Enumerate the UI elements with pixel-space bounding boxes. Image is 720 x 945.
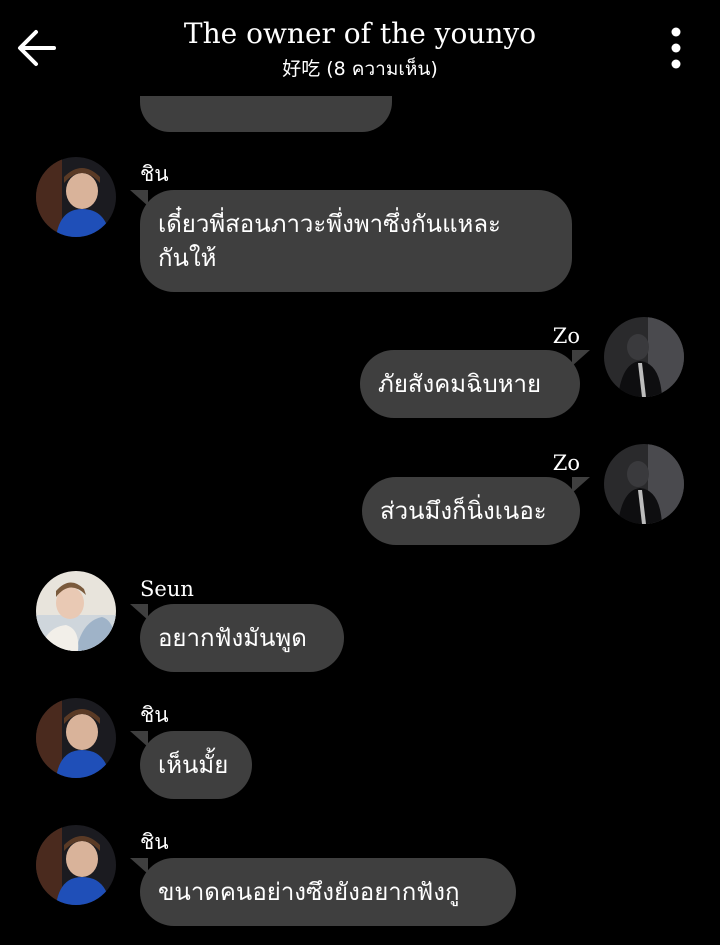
bubble-tail — [572, 350, 590, 366]
message-bubble[interactable]: ส่วนมึงก็นิ่งเนอะ — [362, 477, 580, 545]
sender-name: Zo — [552, 451, 580, 475]
chat-thread: ชิน เดี๋ยวพี่สอนภาวะพึ่งพาซึ่งกันแหละ กั… — [0, 0, 720, 945]
message-text-line: เห็นมั้ย — [158, 751, 229, 779]
message-bubble[interactable]: อยากฟังมันพูด — [140, 604, 344, 672]
more-options-button[interactable] — [660, 24, 692, 72]
sender-name: Zo — [552, 324, 580, 348]
message-text-line: ภัยสังคมฉิบหาย — [378, 370, 542, 398]
message-bubble[interactable]: ขนาดคนอย่างซึงยังอยากฟังกู — [140, 858, 516, 926]
chat-header: The owner of the younyo 好吃 (8 ความเห็น) — [0, 0, 720, 96]
back-button[interactable] — [12, 24, 60, 72]
arrow-left-icon — [18, 30, 56, 66]
chat-title: The owner of the younyo — [183, 17, 537, 50]
more-vertical-icon — [671, 27, 681, 69]
avatar-shin[interactable] — [36, 825, 116, 905]
avatar-shin[interactable] — [36, 698, 116, 778]
chat-subtitle: 好吃 (8 ความเห็น) — [282, 58, 438, 80]
message-bubble[interactable]: ภัยสังคมฉิบหาย — [360, 350, 580, 418]
avatar-zo[interactable] — [604, 317, 684, 397]
avatar-seun[interactable] — [36, 571, 116, 651]
message-text-line: กันให้ — [158, 244, 217, 272]
sender-name: Seun — [140, 577, 194, 601]
sender-name: ชิน — [140, 162, 169, 186]
message-text-line: ส่วนมึงก็นิ่งเนอะ — [380, 497, 547, 525]
message-bubble[interactable]: เดี๋ยวพี่สอนภาวะพึ่งพาซึ่งกันแหละ กันให้ — [140, 190, 572, 292]
avatar-shin[interactable] — [36, 157, 116, 237]
message-text-line: อยากฟังมันพูด — [158, 624, 307, 652]
sender-name: ชิน — [140, 830, 169, 854]
sender-name: ชิน — [140, 703, 169, 727]
bubble-tail — [572, 477, 590, 493]
message-text-line: เดี๋ยวพี่สอนภาวะพึ่งพาซึ่งกันแหละ — [158, 210, 501, 238]
message-bubble[interactable]: เห็นมั้ย — [140, 731, 252, 799]
message-text-line: ขนาดคนอย่างซึงยังอยากฟังกู — [158, 878, 460, 906]
avatar-zo[interactable] — [604, 444, 684, 524]
